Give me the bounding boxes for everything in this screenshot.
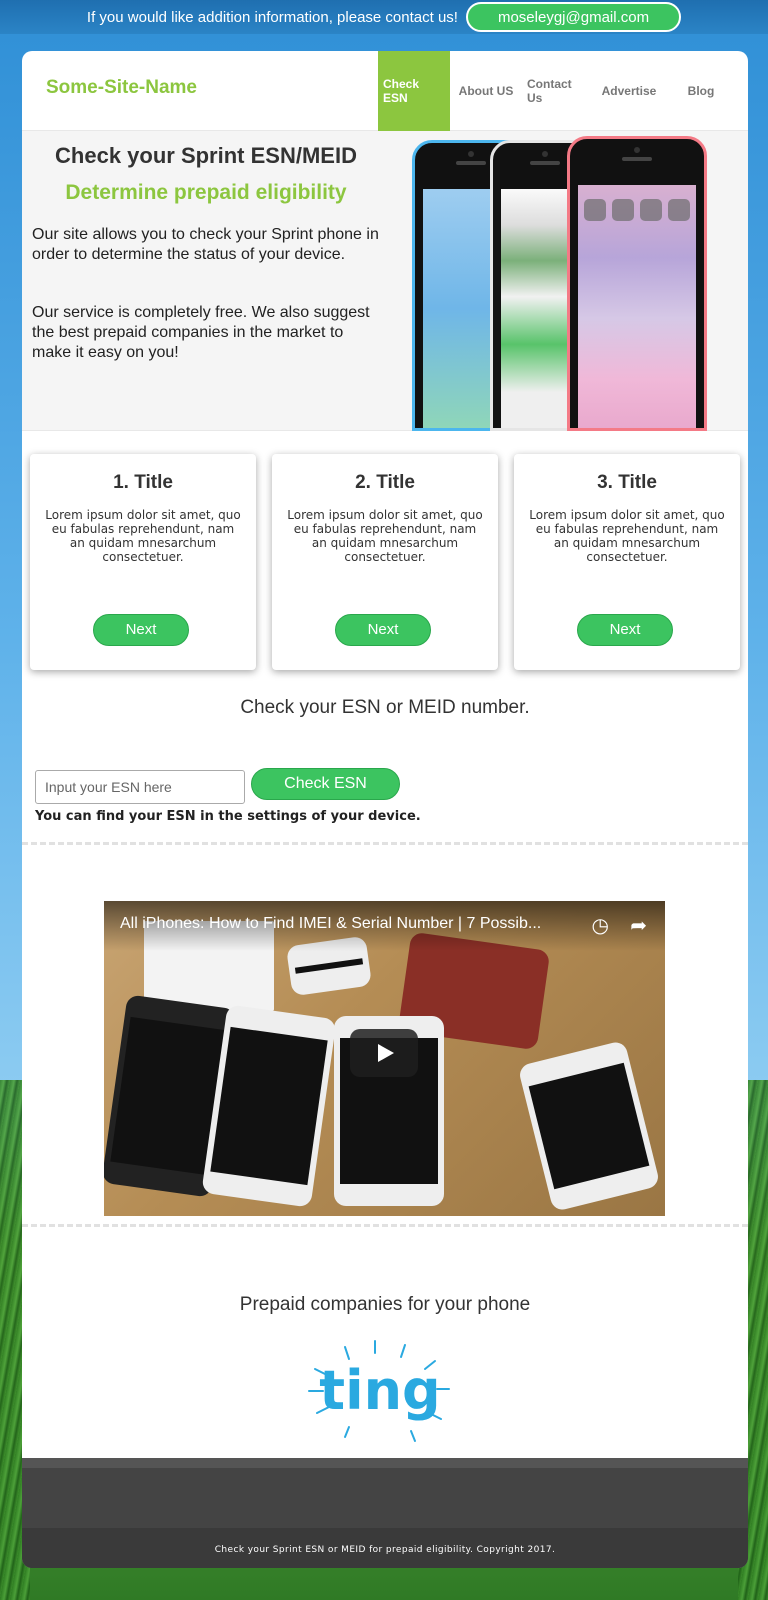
ting-logo[interactable]: ting — [305, 1339, 455, 1449]
hero-title: Check your Sprint ESN/MEID — [55, 143, 357, 168]
nav-contact-us[interactable]: Contact Us — [522, 51, 594, 131]
nav-blog[interactable]: Blog — [664, 51, 738, 131]
next-button[interactable]: Next — [577, 614, 673, 646]
contact-topbar: If you would like addition information, … — [0, 0, 768, 34]
card-title: 2. Title — [355, 472, 415, 493]
hero-subtitle: Determine prepaid eligibility — [65, 181, 347, 204]
section-divider — [22, 842, 748, 845]
step-card: 1. Title Lorem ipsum dolor sit amet, quo… — [30, 454, 256, 670]
step-card: 2. Title Lorem ipsum dolor sit amet, quo… — [272, 454, 498, 670]
next-button[interactable]: Next — [93, 614, 189, 646]
card-text: Lorem ipsum dolor sit amet, quo eu fabul… — [529, 508, 725, 564]
prepaid-heading: Prepaid companies for your phone — [239, 1294, 531, 1315]
nav-check-esn[interactable]: Check ESN — [378, 51, 450, 131]
email-button[interactable]: moseleygj@gmail.com — [465, 2, 682, 32]
next-button[interactable]: Next — [335, 614, 431, 646]
phone-pink — [567, 136, 707, 431]
video-phone — [517, 1039, 661, 1213]
copyright-text: Check your Sprint ESN or MEID for prepai… — [22, 1528, 748, 1568]
contact-message: If you would like addition information, … — [86, 8, 458, 26]
card-title: 1. Title — [113, 472, 173, 493]
watch-later-icon[interactable]: ◷ — [592, 913, 609, 938]
phones-image — [412, 136, 712, 431]
nav-advertise[interactable]: Advertise — [594, 51, 664, 131]
esn-hint-text: You can find your ESN in the settings of… — [35, 809, 421, 824]
card-title: 3. Title — [597, 472, 657, 493]
section-divider — [22, 1224, 748, 1227]
ting-logo-text: ting — [319, 1359, 440, 1422]
share-icon[interactable]: ➦ — [630, 913, 647, 938]
site-footer: Check your Sprint ESN or MEID for prepai… — [22, 1458, 748, 1568]
check-esn-button[interactable]: Check ESN — [251, 768, 400, 800]
steps-cards: 1. Title Lorem ipsum dolor sit amet, quo… — [30, 454, 740, 670]
hero-section: Check your Sprint ESN/MEID Determine pre… — [22, 131, 748, 431]
video-title[interactable]: All iPhones: How to Find IMEI & Serial N… — [104, 901, 665, 951]
step-card: 3. Title Lorem ipsum dolor sit amet, quo… — [514, 454, 740, 670]
check-esn-heading: Check your ESN or MEID number. — [240, 697, 530, 718]
main-nav: Check ESN About US Contact Us Advertise … — [378, 51, 738, 131]
site-header: Some-Site-Name Check ESN About US Contac… — [22, 51, 748, 131]
card-text: Lorem ipsum dolor sit amet, quo eu fabul… — [287, 508, 483, 564]
hero-paragraph-1: Our site allows you to check your Sprint… — [32, 226, 379, 263]
card-text: Lorem ipsum dolor sit amet, quo eu fabul… — [45, 508, 241, 564]
site-logo[interactable]: Some-Site-Name — [46, 77, 197, 99]
play-icon[interactable] — [350, 1029, 418, 1077]
video-player[interactable]: All iPhones: How to Find IMEI & Serial N… — [104, 901, 665, 1216]
hero-paragraph-2: Our service is completely free. We also … — [32, 304, 370, 361]
page-container: Some-Site-Name Check ESN About US Contac… — [22, 51, 748, 1568]
esn-input[interactable] — [35, 770, 245, 804]
nav-about-us[interactable]: About US — [450, 51, 522, 131]
